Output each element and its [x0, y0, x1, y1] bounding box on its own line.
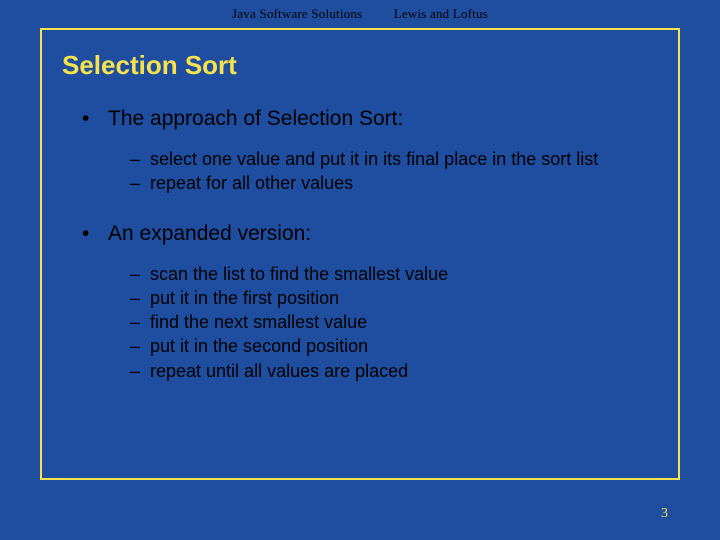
sublist-expanded: scan the list to find the smallest value… [130, 262, 660, 383]
bullet-approach: The approach of Selection Sort: [82, 107, 660, 131]
list-item: put it in the second position [130, 334, 660, 358]
book-title: Java Software Solutions [232, 6, 362, 22]
list-item: find the next smallest value [130, 310, 660, 334]
list-item: put it in the first position [130, 286, 660, 310]
book-authors: Lewis and Loftus [394, 6, 488, 22]
list-item: repeat until all values are placed [130, 359, 660, 383]
content-list-2: An expanded version: [60, 222, 660, 246]
slide-title: Selection Sort [62, 50, 660, 81]
bullet-expanded: An expanded version: [82, 222, 660, 246]
list-item: select one value and put it in its final… [130, 147, 660, 171]
slide-header: Java Software Solutions Lewis and Loftus [0, 0, 720, 28]
slide-frame: Selection Sort The approach of Selection… [40, 28, 680, 480]
list-item: scan the list to find the smallest value [130, 262, 660, 286]
page-number: 3 [661, 506, 668, 522]
list-item: repeat for all other values [130, 171, 660, 195]
sublist-approach: select one value and put it in its final… [130, 147, 660, 196]
content-list: The approach of Selection Sort: [60, 107, 660, 131]
